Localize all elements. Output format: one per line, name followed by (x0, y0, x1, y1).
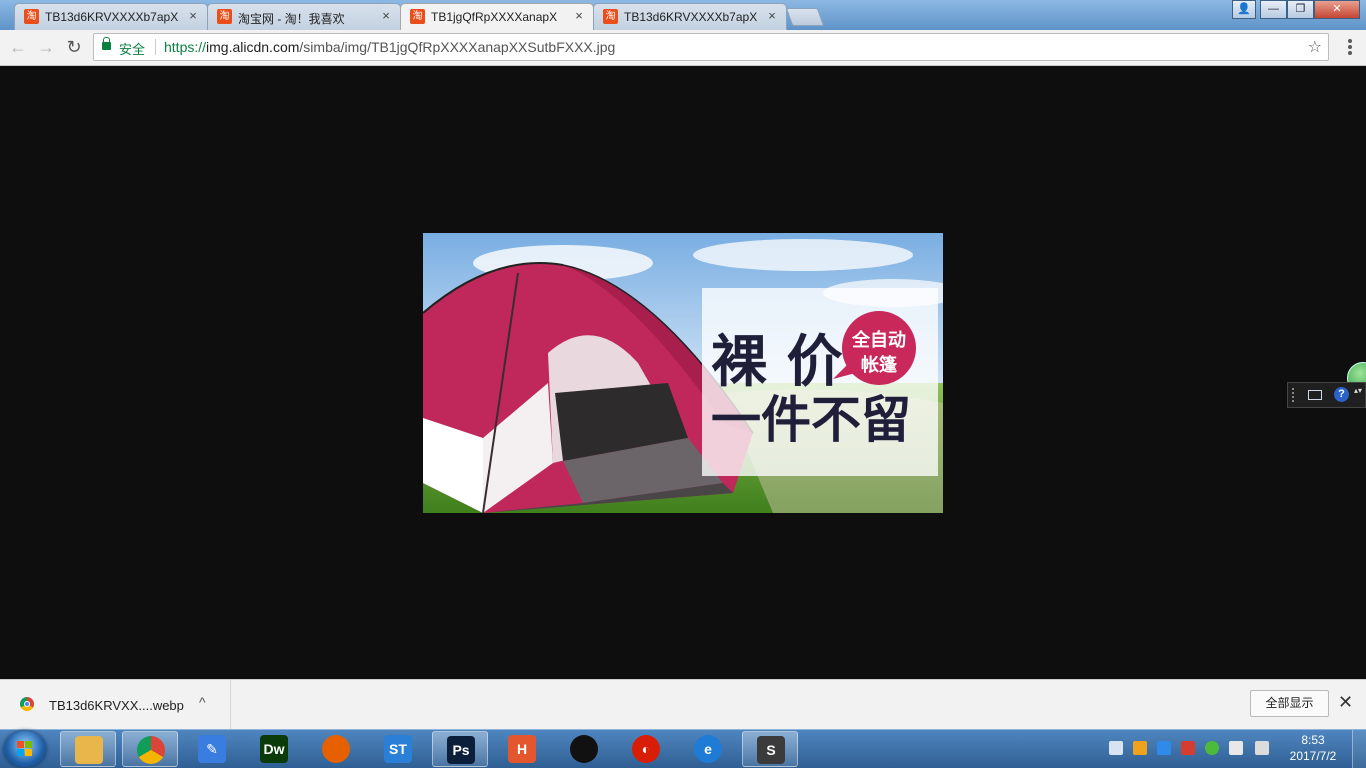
taskbar-firefox-button[interactable] (308, 731, 364, 767)
options-arrows-icon[interactable]: ▴▾ (1354, 386, 1362, 395)
firefox-icon (322, 735, 350, 763)
clock-date: 2017/7/2 (1289, 749, 1337, 763)
photoshop-icon: Ps (447, 736, 475, 764)
url-protocol: https:// (164, 39, 207, 55)
help-icon[interactable]: ? (1334, 387, 1349, 402)
secure-label: 安全 (119, 42, 146, 57)
taskbar-hbuilder-button[interactable]: H (494, 731, 550, 767)
browser-menu-icon[interactable] (1342, 37, 1358, 57)
url-text[interactable]: https://img.alicdn.com/simba/img/TB1jgQf… (164, 39, 615, 55)
url-path: /simba/img/TB1jgQfRpXXXXanapXXSutbFXXX.j… (299, 39, 616, 55)
feishu-tray-icon[interactable] (1157, 741, 1171, 755)
forward-button[interactable]: → (35, 36, 57, 58)
keyboard-icon[interactable] (1308, 390, 1322, 400)
system-tray (1105, 730, 1285, 768)
minimize-button[interactable]: — (1260, 0, 1287, 19)
close-download-shelf-icon[interactable]: ✕ (1338, 692, 1353, 713)
show-all-downloads-button[interactable]: 全部显示 (1250, 690, 1329, 717)
url-host: img.alicdn.com (206, 39, 300, 55)
taobao-favicon-icon: 淘 (24, 9, 39, 24)
badge-line1: 全自动 (851, 329, 906, 351)
taskbar-internet-explorer-button[interactable]: e (680, 731, 736, 767)
maximize-button[interactable]: ❐ (1287, 0, 1314, 19)
tent-product-image[interactable]: 全自动 帐篷 裸 价 一件不留 (423, 233, 943, 513)
taskbar-feishu-button[interactable]: ✎ (184, 731, 240, 767)
internet-explorer-icon: e (694, 735, 722, 763)
divider (155, 39, 156, 55)
tab-title: TB13d6KRVXXXXb7apX (45, 10, 179, 24)
taskbar-file-explorer-button[interactable] (60, 731, 116, 767)
tab-title: 淘宝网 - 淘！我喜欢 (238, 12, 345, 26)
taobao-favicon-icon: 淘 (410, 9, 425, 24)
chevron-up-icon[interactable]: ^ (199, 694, 206, 710)
taskbar-qq-button[interactable] (556, 731, 612, 767)
windows-logo-icon (17, 741, 33, 757)
image-viewer: 全自动 帐篷 裸 价 一件不留 (0, 66, 1366, 679)
user-profile-icon[interactable]: 👤 (1232, 0, 1256, 19)
close-window-button[interactable]: ✕ (1314, 0, 1360, 19)
tab-4[interactable]: 淘 TB13d6KRVXXXXb7apX × (593, 3, 787, 30)
new-tab-button[interactable] (785, 8, 825, 26)
download-item[interactable]: TB13d6KRVXX....webp ^ (0, 680, 231, 729)
headline-line1: 裸 价 (711, 330, 843, 395)
network-icon[interactable] (1229, 741, 1243, 755)
tab-title: TB13d6KRVXXXXb7apX (624, 10, 758, 24)
file-explorer-icon (75, 736, 103, 764)
start-button[interactable] (4, 731, 46, 767)
tab-close-icon[interactable]: × (379, 9, 393, 23)
download-shelf: TB13d6KRVXX....webp ^ 全部显示 ✕ (0, 679, 1366, 729)
sogou-icon: ST (384, 735, 412, 763)
browser-tab-strip: 淘 TB13d6KRVXXXXb7apX × 淘 淘宝网 - 淘！我喜欢 × 淘… (0, 0, 1366, 30)
show-desktop-button[interactable] (1352, 730, 1366, 768)
tray-app-icon[interactable] (1133, 741, 1147, 755)
chrome-icon (137, 736, 165, 764)
volume-muted-icon[interactable] (1255, 741, 1269, 755)
taskbar-photoshop-button[interactable]: Ps (432, 731, 488, 767)
system-clock[interactable]: 8:53 2017/7/2 (1281, 732, 1345, 764)
tab-1[interactable]: 淘 TB13d6KRVXXXXb7apX × (14, 3, 208, 30)
hbuilder-icon: H (508, 735, 536, 763)
taobao-favicon-icon: 淘 (217, 9, 232, 24)
qq-icon (570, 735, 598, 763)
taskbar-netease-music-button[interactable]: ◐ (618, 731, 674, 767)
reload-button[interactable]: ↻ (63, 36, 85, 58)
taskbar-dreamweaver-button[interactable]: Dw (246, 731, 302, 767)
tab-2[interactable]: 淘 淘宝网 - 淘！我喜欢 × (207, 3, 401, 30)
chrome-file-icon (20, 697, 34, 711)
drag-grip-icon[interactable] (1292, 388, 1302, 402)
tab-3-active[interactable]: 淘 TB1jgQfRpXXXXanapX × (400, 3, 594, 30)
tent-ad-graphic: 全自动 帐篷 裸 价 一件不留 (423, 233, 943, 513)
browser-toolbar: ← → ↻ 安全 https://img.alicdn.com/simba/im… (0, 30, 1366, 66)
netease-music-icon: ◐ (632, 735, 660, 763)
clock-time: 8:53 (1301, 733, 1325, 747)
taskbar-sublime-button[interactable]: S (742, 731, 798, 767)
tab-close-icon[interactable]: × (186, 9, 200, 23)
address-bar[interactable]: 安全 https://img.alicdn.com/simba/img/TB1j… (93, 33, 1329, 61)
antivirus-tray-icon[interactable] (1181, 741, 1195, 755)
back-button[interactable]: ← (7, 36, 29, 58)
lock-icon (102, 37, 111, 50)
bookmark-star-icon[interactable]: ☆ (1308, 37, 1322, 57)
action-center-icon[interactable] (1109, 741, 1123, 755)
windows-taskbar: ✎ Dw ST Ps H ◐ e S 8:53 2017/7/2 (0, 729, 1366, 768)
headline-line2: 一件不留 (711, 391, 911, 449)
tab-close-icon[interactable]: × (572, 9, 586, 23)
badge-line2: 帐篷 (861, 354, 898, 376)
taskbar-sogou-button[interactable]: ST (370, 731, 426, 767)
ime-toolbar: ? ▴▾ (1287, 382, 1366, 408)
feishu-icon: ✎ (198, 735, 226, 763)
taskbar-chrome-button[interactable] (122, 731, 178, 767)
taobao-favicon-icon: 淘 (603, 9, 618, 24)
sublime-icon: S (757, 736, 785, 764)
tab-title: TB1jgQfRpXXXXanapX (431, 10, 558, 24)
download-file-name: TB13d6KRVXX....webp (49, 698, 184, 713)
tab-close-icon[interactable]: × (765, 9, 779, 23)
plus-tray-icon[interactable] (1205, 741, 1219, 755)
dreamweaver-icon: Dw (260, 735, 288, 763)
